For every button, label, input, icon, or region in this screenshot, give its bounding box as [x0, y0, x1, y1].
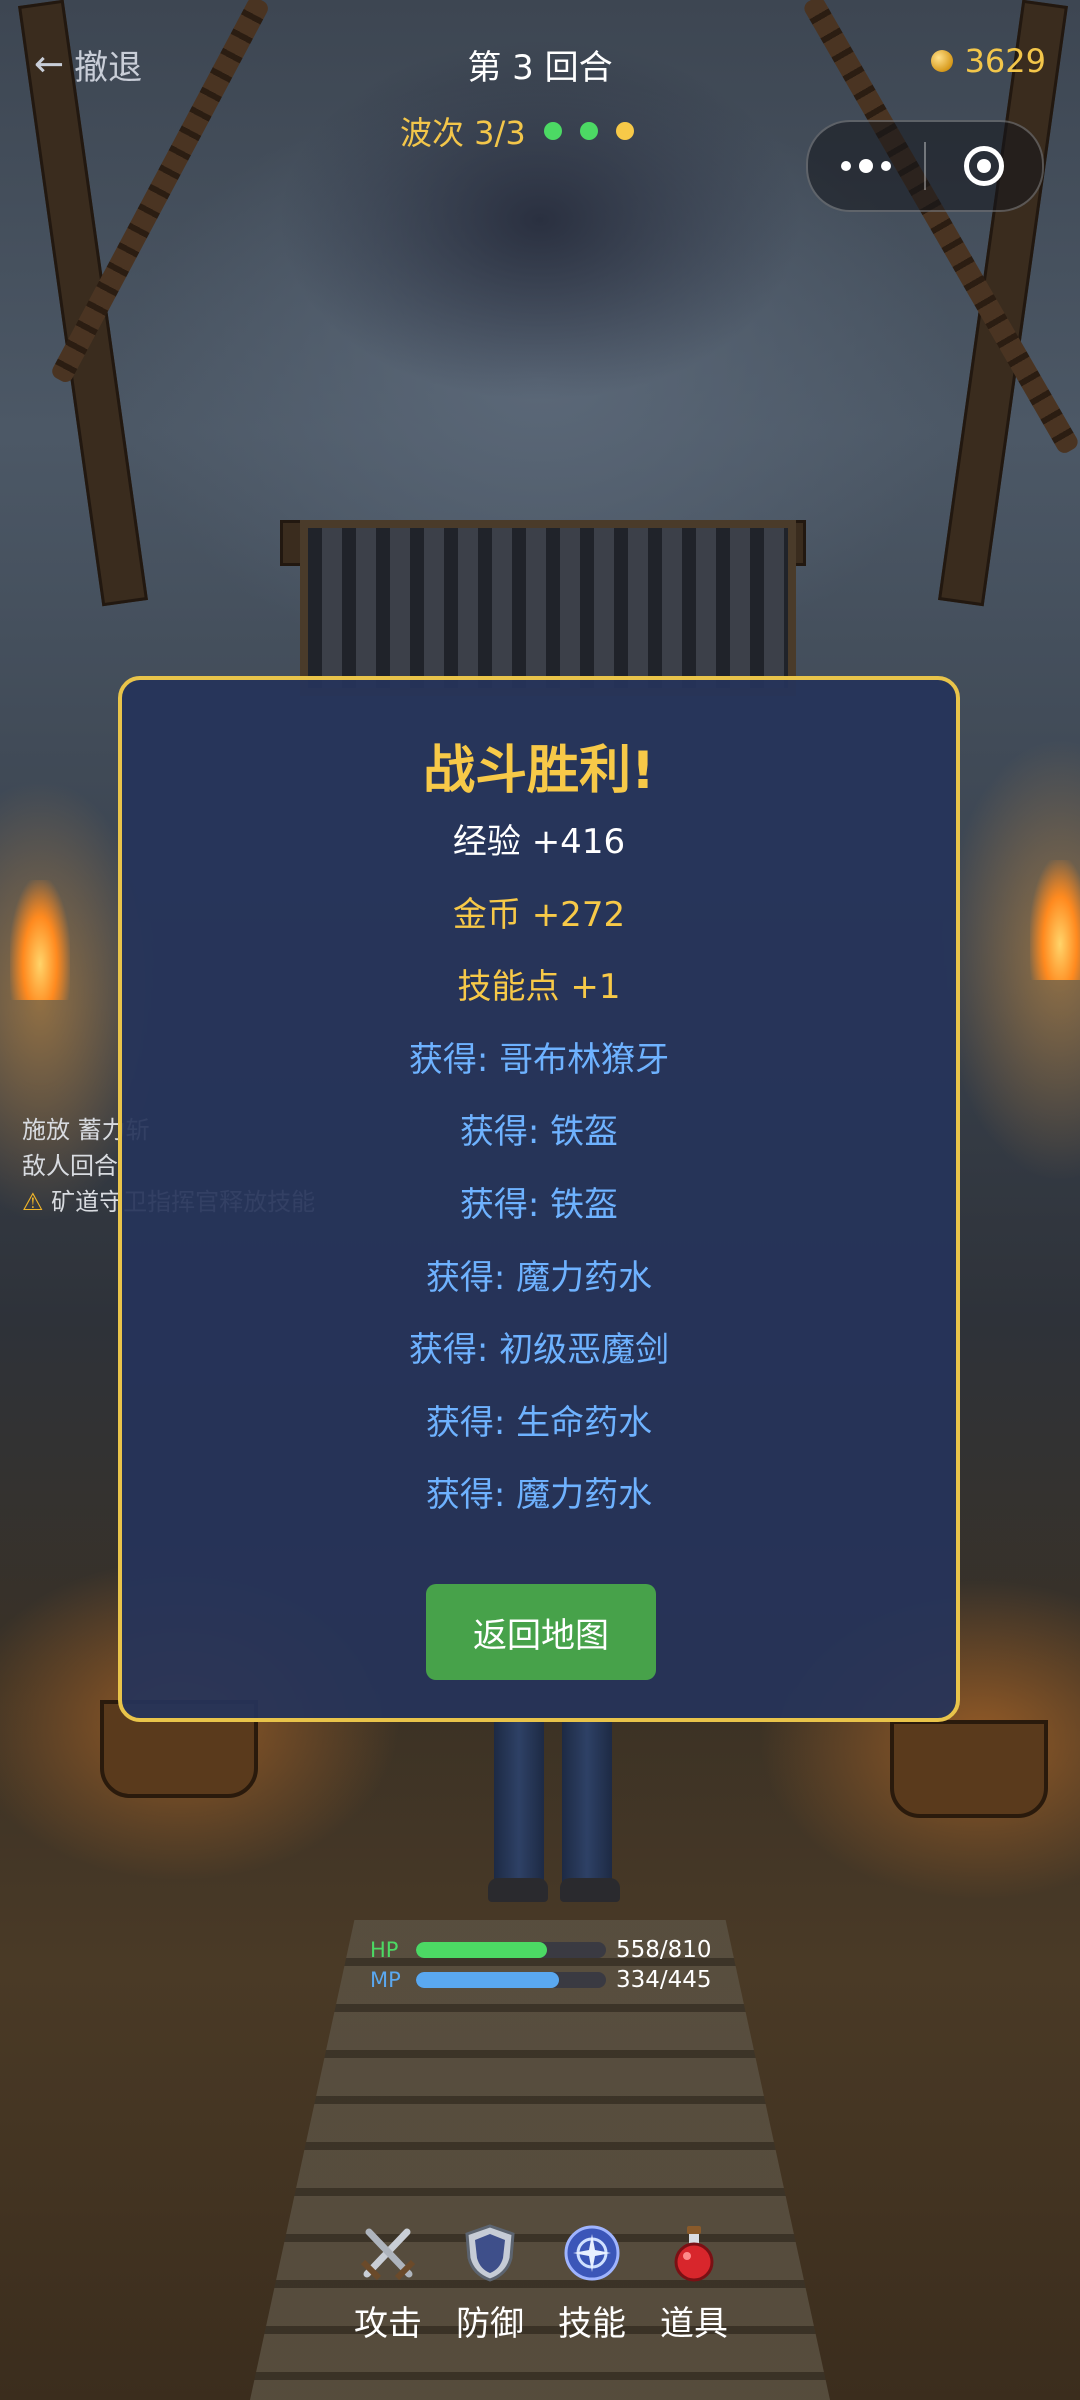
hero-leg-left [494, 1722, 544, 1882]
wave-indicator: 波次 3/3 [400, 108, 634, 154]
hero-stats: HP 558/810 MP 334/445 [370, 1936, 730, 1996]
close-miniprogram-button[interactable] [926, 122, 1042, 210]
reward-line: 获得: 铁盔 [459, 1112, 619, 1153]
magic-orb-icon [561, 2222, 623, 2284]
mine-gate [300, 520, 796, 696]
wave-dot-3 [615, 122, 634, 140]
reward-line: 获得: 生命药水 [425, 1402, 653, 1443]
hp-value: 558/810 [616, 1937, 712, 1963]
gold-counter: 3629 [930, 42, 1046, 80]
crossed-swords-icon [357, 2222, 419, 2284]
coin-icon [930, 50, 953, 72]
reward-line: 获得: 魔力药水 [425, 1257, 653, 1298]
miniprogram-capsule [806, 120, 1044, 212]
reward-line: 获得: 哥布林獠牙 [408, 1039, 670, 1080]
hero-leg-right [562, 1722, 612, 1882]
hp-bar: HP 558/810 [370, 1936, 730, 1964]
hp-track [416, 1942, 606, 1958]
mp-label: MP [370, 1968, 401, 1992]
mp-value: 334/445 [616, 1967, 712, 1993]
brazier-right [890, 1720, 1048, 1818]
defend-button[interactable]: 防御 [454, 2222, 526, 2345]
victory-title: 战斗胜利! [423, 741, 655, 801]
more-dots-icon [841, 159, 891, 173]
hero-shoe-right [560, 1878, 620, 1902]
warning-icon: ⚠ [22, 1188, 44, 1216]
reward-line: 获得: 初级恶魔剑 [408, 1330, 670, 1371]
attack-button[interactable]: 攻击 [352, 2222, 424, 2345]
hp-label: HP [370, 1938, 399, 1962]
torch-left [10, 880, 70, 1000]
mp-fill [416, 1972, 559, 1988]
mp-track [416, 1972, 606, 1988]
wave-dot-2 [579, 122, 598, 140]
item-button[interactable]: 道具 [658, 2222, 730, 2345]
defend-label: 防御 [456, 2304, 524, 2344]
action-bar: 攻击 防御 技能 道具 [352, 2222, 730, 2345]
reward-line: 技能点 +1 [457, 967, 621, 1008]
return-to-map-button[interactable]: 返回地图 [426, 1584, 656, 1680]
item-label: 道具 [660, 2304, 728, 2344]
potion-icon [663, 2222, 725, 2284]
round-title: 第 3 回合 [467, 48, 613, 88]
skill-button[interactable]: 技能 [556, 2222, 628, 2345]
hp-fill [416, 1942, 547, 1958]
wave-dot-1 [543, 122, 562, 140]
more-menu-button[interactable] [808, 122, 924, 210]
reward-line: 经验 +416 [452, 822, 626, 862]
reward-line: 金币 +272 [452, 894, 626, 935]
shield-icon [459, 2222, 521, 2284]
skill-label: 技能 [558, 2304, 626, 2344]
gold-amount: 3629 [964, 42, 1046, 80]
reward-line: 获得: 魔力药水 [425, 1475, 653, 1516]
hero-character [488, 1722, 620, 1902]
attack-label: 攻击 [354, 2304, 422, 2344]
wave-label: 波次 3/3 [400, 114, 526, 152]
hero-shoe-left [488, 1878, 548, 1902]
reward-line: 获得: 铁盔 [459, 1185, 619, 1225]
target-icon [964, 146, 1004, 186]
victory-dialog: 战斗胜利! 经验 +416 金币 +272 技能点 +1 获得: 哥布林獠牙 获得: 铁… [118, 676, 960, 1722]
torch-right [1030, 860, 1080, 980]
mp-bar: MP 334/445 [370, 1966, 730, 1994]
